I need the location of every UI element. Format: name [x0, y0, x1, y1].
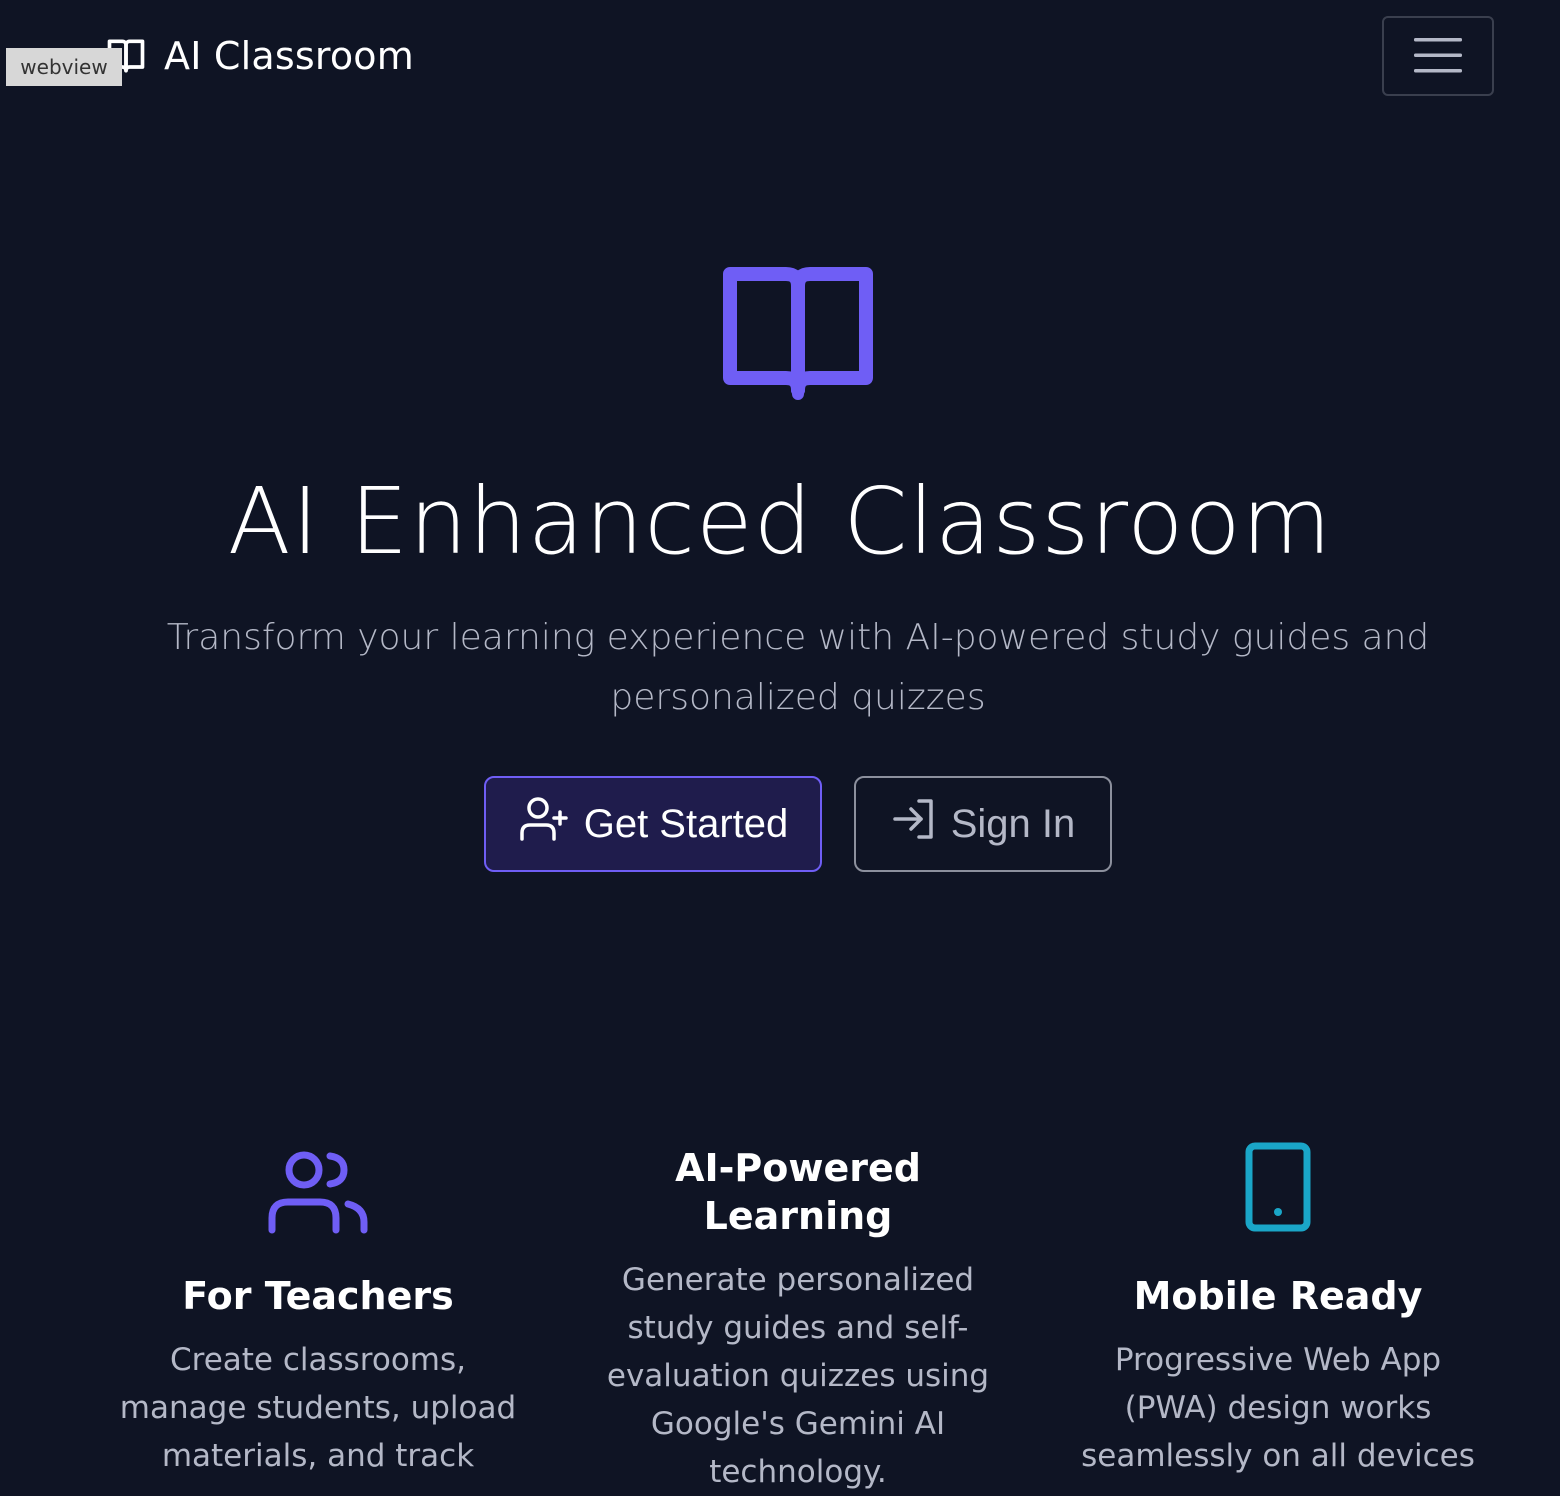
sign-in-button[interactable]: Sign In [854, 776, 1112, 872]
get-started-button[interactable]: Get Started [484, 776, 822, 872]
feature-mobile: Mobile Ready Progressive Web App (PWA) d… [1068, 1140, 1488, 1480]
feature-description: Generate personalized study guides and s… [606, 1262, 990, 1490]
tablet-icon [1243, 1140, 1313, 1240]
sign-in-icon [891, 797, 937, 851]
webview-tag: webview [6, 48, 122, 86]
page: webview AI Classroom AI Enhanced Classro… [0, 0, 1560, 1496]
hero-subtitle: Transform your learning experience with … [166, 617, 1430, 718]
feature-description: Progressive Web App (PWA) design works s… [1081, 1342, 1475, 1474]
get-started-label: Get Started [583, 801, 789, 846]
feature-ai-powered: AI-Powered Learning Generate personalize… [588, 1140, 1008, 1496]
hero-title: AI Enhanced Classroom [227, 468, 1333, 575]
feature-teachers: For Teachers Create classrooms, manage s… [108, 1140, 528, 1480]
menu-toggle-button[interactable] [1382, 16, 1494, 96]
users-icon [268, 1140, 368, 1240]
feature-title: Mobile Ready [1133, 1274, 1423, 1318]
feature-description: Create classrooms, manage students, uplo… [119, 1342, 517, 1474]
sign-in-label: Sign In [950, 801, 1076, 846]
brand-link[interactable]: AI Classroom [104, 30, 414, 82]
hamburger-menu-icon [1413, 35, 1463, 78]
feature-title: For Teachers [182, 1274, 454, 1318]
feature-title: AI-Powered Learning [675, 1146, 921, 1238]
user-plus-icon [518, 795, 570, 853]
book-open-icon [720, 262, 878, 406]
brand-title: AI Classroom [164, 34, 414, 78]
navbar: AI Classroom [0, 0, 1560, 112]
